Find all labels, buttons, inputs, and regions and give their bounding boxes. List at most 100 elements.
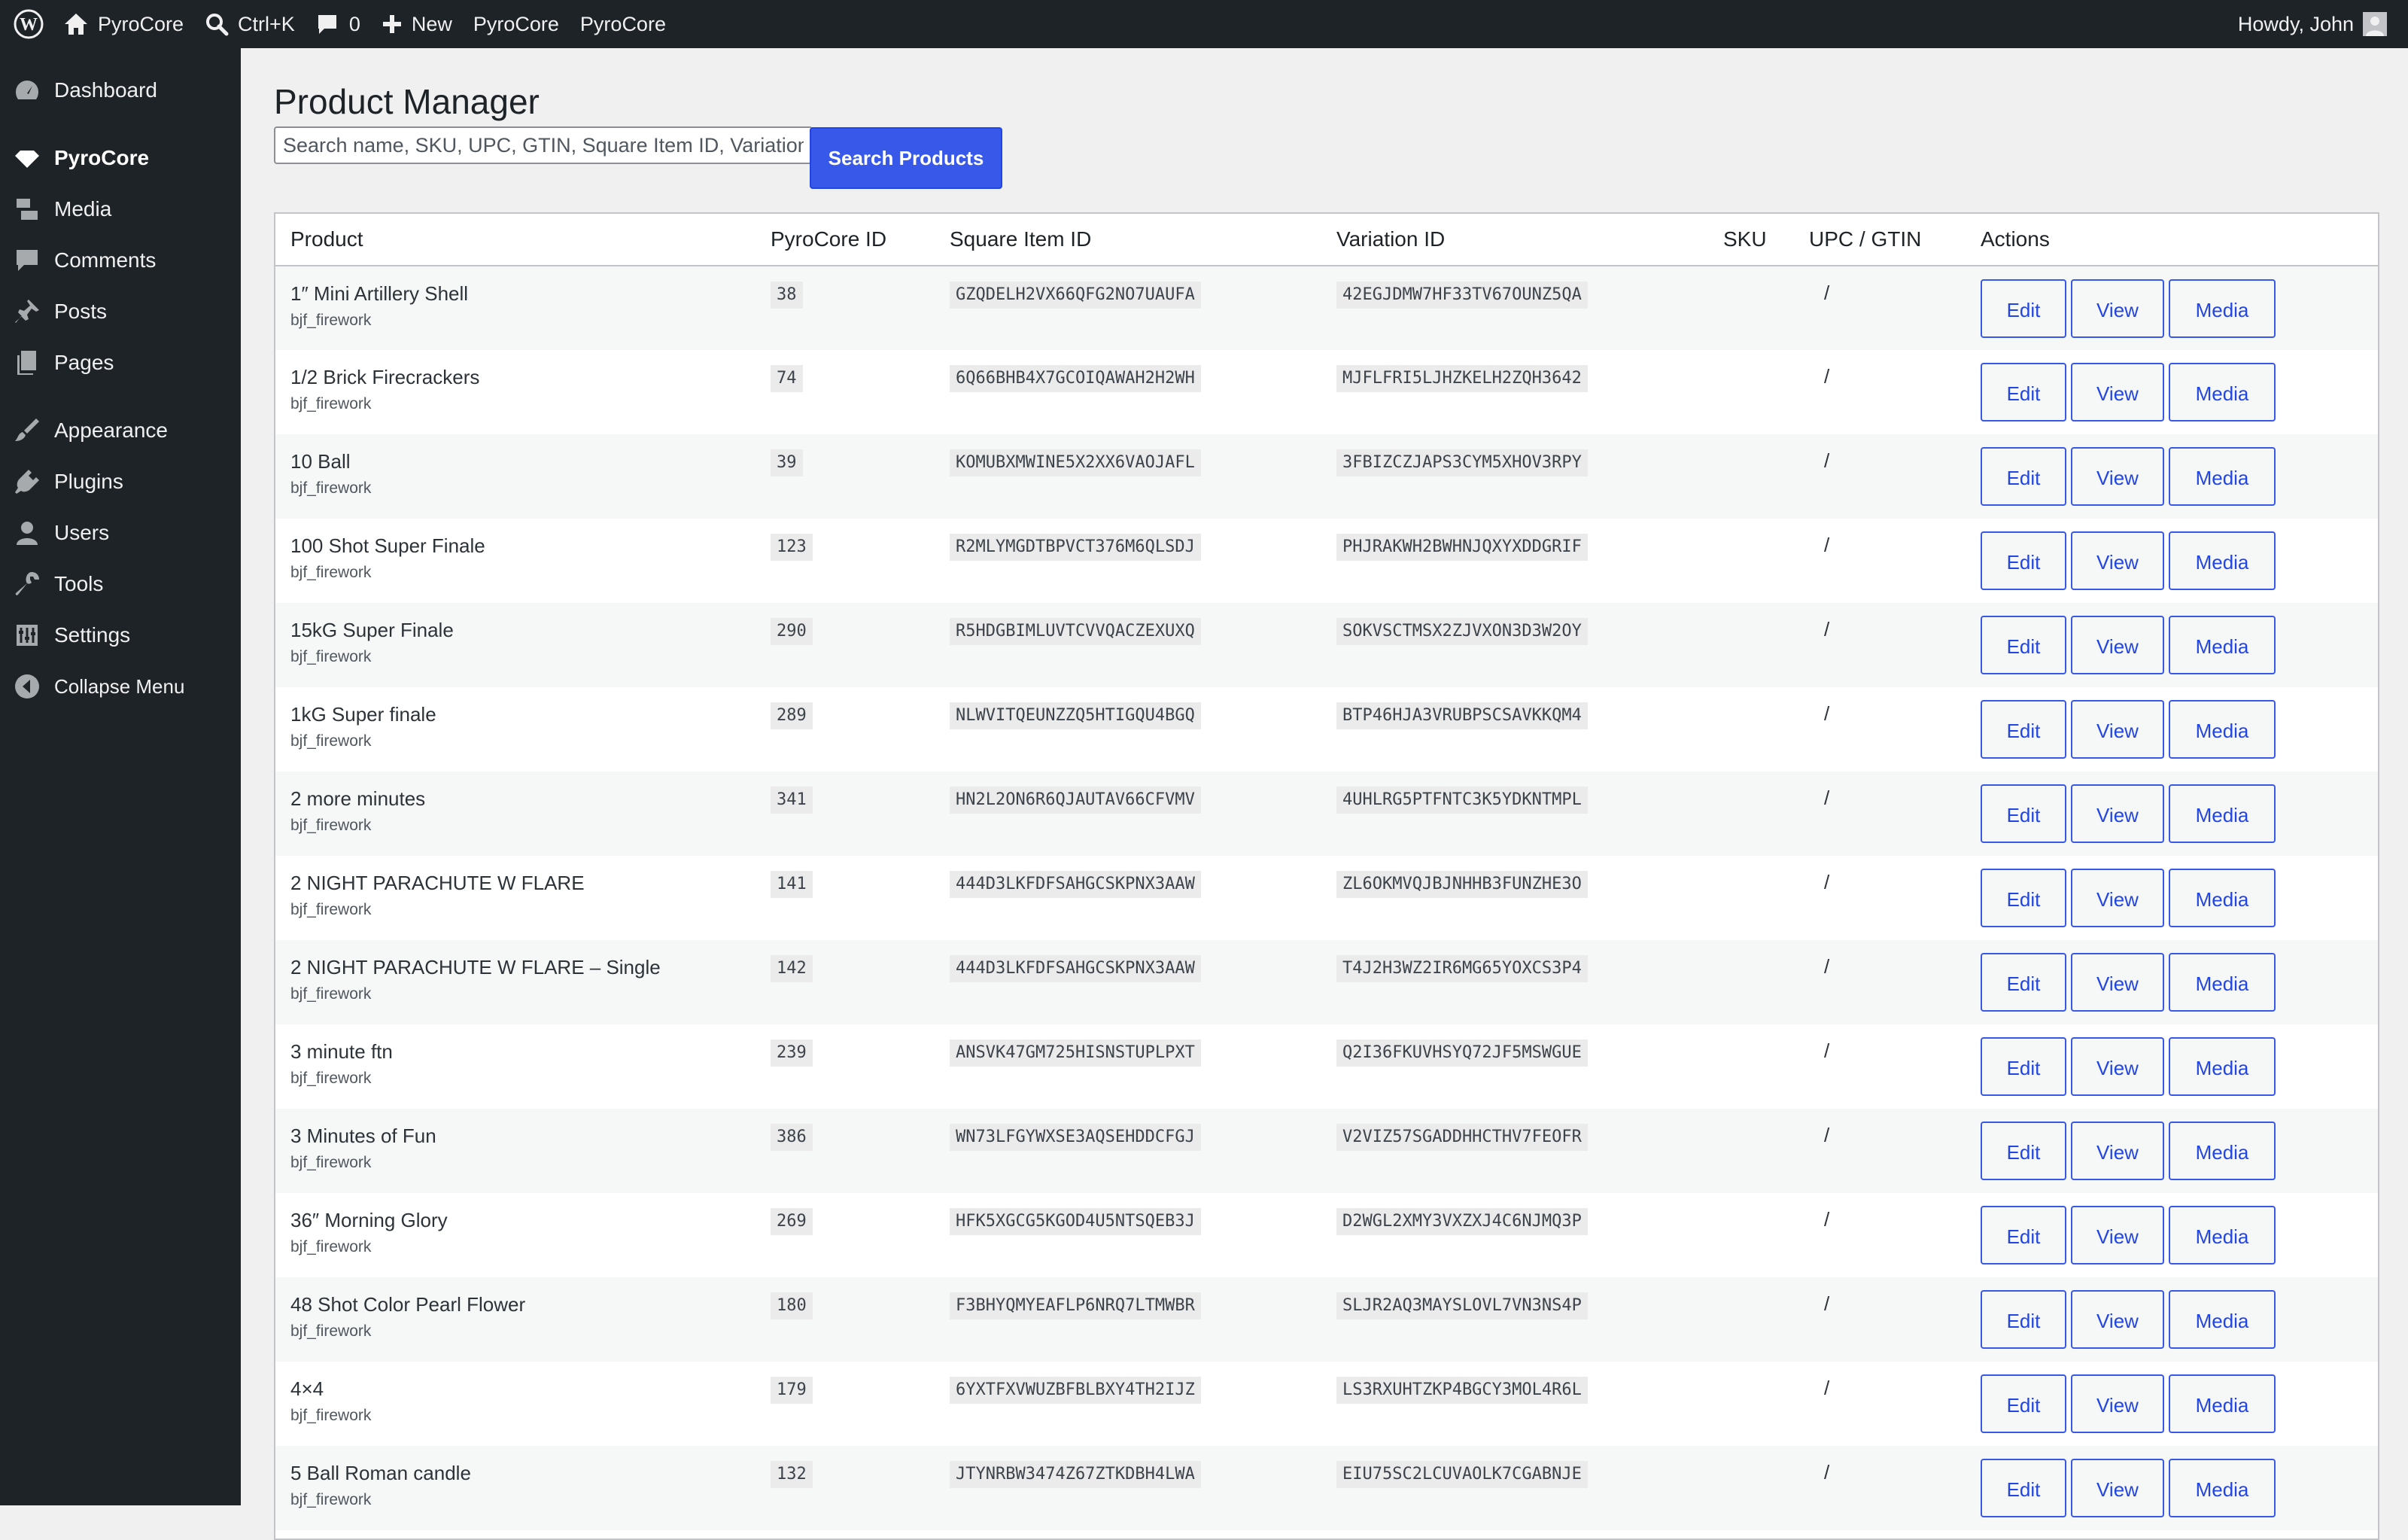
- pyrocore-id-cell: 290: [756, 603, 935, 687]
- edit-button[interactable]: Edit: [1981, 531, 2066, 590]
- media-button[interactable]: Media: [2169, 953, 2276, 1012]
- column-header-variation-id[interactable]: Variation ID: [1321, 214, 1708, 266]
- search-products-button[interactable]: Search Products: [810, 127, 1002, 189]
- comments-link[interactable]: 0: [306, 0, 371, 48]
- actions-cell: Edit View Media: [1966, 1362, 2378, 1446]
- sku-cell: [1708, 772, 1794, 856]
- product-type: bjf_firework: [290, 732, 372, 750]
- view-button[interactable]: View: [2071, 784, 2164, 843]
- sidebar-item-posts[interactable]: Posts: [0, 291, 241, 333]
- pyrocore-id: 123: [771, 534, 813, 561]
- view-button[interactable]: View: [2071, 616, 2164, 674]
- pyrocore-link-1[interactable]: PyroCore: [463, 0, 570, 48]
- view-button[interactable]: View: [2071, 1290, 2164, 1349]
- edit-button[interactable]: Edit: [1981, 784, 2066, 843]
- product-cell: 2 NIGHT PARACHUTE W FLARE – Single bjf_fi…: [275, 940, 756, 1024]
- edit-button[interactable]: Edit: [1981, 1459, 2066, 1517]
- sidebar-collapse-menu[interactable]: Collapse Menu: [0, 665, 241, 708]
- sidebar-item-plugins[interactable]: Plugins: [0, 461, 241, 503]
- view-button[interactable]: View: [2071, 953, 2164, 1012]
- media-button[interactable]: Media: [2169, 700, 2276, 759]
- sku-cell: [1708, 434, 1794, 519]
- media-button[interactable]: Media: [2169, 363, 2276, 422]
- variation-id: D2WGL2XMY3VXZXJ4C6NJMQ3P: [1336, 1208, 1588, 1235]
- command-search-link[interactable]: Ctrl+K: [194, 0, 306, 48]
- view-button[interactable]: View: [2071, 700, 2164, 759]
- search-input[interactable]: [274, 126, 813, 164]
- product-name: 1″ Mini Artillery Shell: [290, 282, 469, 305]
- product-cell: 1kG Super finale bjf_firework: [275, 687, 756, 772]
- media-button[interactable]: Media: [2169, 447, 2276, 506]
- sku-cell: [1708, 350, 1794, 434]
- media-button[interactable]: Media: [2169, 1290, 2276, 1349]
- sidebar-item-users[interactable]: Users: [0, 512, 241, 554]
- edit-button[interactable]: Edit: [1981, 953, 2066, 1012]
- sidebar-item-tools[interactable]: Tools: [0, 563, 241, 605]
- product-name: 48 Shot Color Pearl Flower: [290, 1293, 526, 1316]
- view-button[interactable]: View: [2071, 869, 2164, 927]
- column-header-product[interactable]: Product: [275, 214, 756, 266]
- view-button[interactable]: View: [2071, 1459, 2164, 1517]
- media-button[interactable]: Media: [2169, 531, 2276, 590]
- column-header-square-item-id[interactable]: Square Item ID: [935, 214, 1321, 266]
- media-button[interactable]: Media: [2169, 279, 2276, 338]
- wordpress-logo-icon[interactable]: W: [0, 0, 53, 48]
- product-type: bjf_firework: [290, 479, 372, 497]
- upc-gtin-value: /: [1824, 871, 1830, 893]
- edit-button[interactable]: Edit: [1981, 616, 2066, 674]
- edit-button[interactable]: Edit: [1981, 279, 2066, 338]
- media-button[interactable]: Media: [2169, 869, 2276, 927]
- edit-button[interactable]: Edit: [1981, 700, 2066, 759]
- media-button[interactable]: Media: [2169, 616, 2276, 674]
- view-button[interactable]: View: [2071, 447, 2164, 506]
- new-content-link[interactable]: New: [371, 0, 463, 48]
- site-name-link[interactable]: PyroCore: [53, 0, 194, 48]
- sidebar-item-dashboard[interactable]: Dashboard: [0, 69, 241, 111]
- sidebar-item-comments[interactable]: Comments: [0, 239, 241, 282]
- sidebar-item-pages[interactable]: Pages: [0, 342, 241, 384]
- column-header-pyrocore-id[interactable]: PyroCore ID: [756, 214, 935, 266]
- view-button[interactable]: View: [2071, 1122, 2164, 1180]
- edit-button[interactable]: Edit: [1981, 1206, 2066, 1265]
- product-name: 3 Minutes of Fun: [290, 1125, 436, 1147]
- product-type: bjf_firework: [290, 1154, 372, 1171]
- square-item-id: ANSVK47GM725HISNSTUPLPXT: [950, 1039, 1201, 1067]
- edit-button[interactable]: Edit: [1981, 1290, 2066, 1349]
- my-account-link[interactable]: Howdy, John: [2227, 0, 2408, 48]
- view-button[interactable]: View: [2071, 279, 2164, 338]
- sidebar-item-settings[interactable]: Settings: [0, 614, 241, 656]
- edit-button[interactable]: Edit: [1981, 363, 2066, 422]
- edit-button[interactable]: Edit: [1981, 1374, 2066, 1433]
- variation-id-cell: SLJR2AQ3MAYSLOVL7VN3NS4P: [1321, 1277, 1708, 1362]
- sidebar-item-media[interactable]: Media: [0, 188, 241, 230]
- column-header-actions: Actions: [1966, 214, 2378, 266]
- media-button[interactable]: Media: [2169, 784, 2276, 843]
- view-button[interactable]: View: [2071, 1037, 2164, 1096]
- variation-id: 4UHLRG5PTFNTC3K5YDKNTMPL: [1336, 787, 1588, 814]
- edit-button[interactable]: Edit: [1981, 1037, 2066, 1096]
- media-button[interactable]: Media: [2169, 1206, 2276, 1265]
- edit-button[interactable]: Edit: [1981, 447, 2066, 506]
- media-button[interactable]: Media: [2169, 1459, 2276, 1517]
- pyrocore-id-cell: 289: [756, 687, 935, 772]
- pyrocore-link-2[interactable]: PyroCore: [570, 0, 676, 48]
- edit-button[interactable]: Edit: [1981, 869, 2066, 927]
- square-item-id: KOMUBXMWINE5X2XX6VAOJAFL: [950, 449, 1201, 476]
- square-item-id: 444D3LKFDFSAHGCSKPNX3AAW: [950, 871, 1201, 898]
- column-header-upc-gtin[interactable]: UPC / GTIN: [1794, 214, 1966, 266]
- column-header-sku[interactable]: SKU: [1708, 214, 1794, 266]
- product-cell: 3 minute ftn bjf_firework: [275, 1024, 756, 1109]
- edit-button[interactable]: Edit: [1981, 1122, 2066, 1180]
- upc-gtin-cell: /: [1794, 687, 1966, 772]
- view-button[interactable]: View: [2071, 1374, 2164, 1433]
- sidebar-item-appearance[interactable]: Appearance: [0, 409, 241, 452]
- sku-cell: [1708, 1362, 1794, 1446]
- upc-gtin-value: /: [1824, 1461, 1830, 1484]
- view-button[interactable]: View: [2071, 363, 2164, 422]
- media-button[interactable]: Media: [2169, 1037, 2276, 1096]
- view-button[interactable]: View: [2071, 1206, 2164, 1265]
- sidebar-item-pyrocore[interactable]: PyroCore: [0, 137, 241, 179]
- view-button[interactable]: View: [2071, 531, 2164, 590]
- media-button[interactable]: Media: [2169, 1374, 2276, 1433]
- media-button[interactable]: Media: [2169, 1122, 2276, 1180]
